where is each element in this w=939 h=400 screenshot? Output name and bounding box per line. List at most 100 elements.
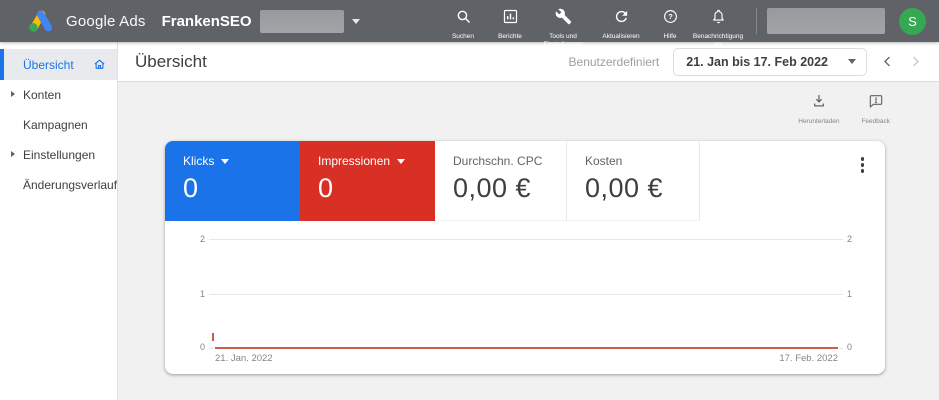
overview-card: Klicks 0 Impressionen 0 Durchschn. CPC 0… bbox=[165, 141, 885, 374]
scorecard-klicks[interactable]: Klicks 0 bbox=[165, 141, 300, 221]
y-axis-tick-label: 1 bbox=[199, 289, 205, 299]
avatar[interactable]: S bbox=[899, 7, 926, 35]
sidebar-item-aenderungsverlauf[interactable]: Änderungsverlauf bbox=[0, 170, 117, 200]
notifications-icon bbox=[710, 8, 727, 30]
account-name: FrankenSEO bbox=[161, 12, 252, 30]
scorecard-label: Impressionen bbox=[318, 154, 391, 168]
google-ads-logo[interactable] bbox=[28, 10, 54, 32]
scorecard-label: Kosten bbox=[585, 154, 623, 168]
sidebar-item-uebersicht[interactable]: Übersicht bbox=[0, 49, 117, 80]
topbar-divider bbox=[756, 8, 757, 34]
scorecard-label: Klicks bbox=[183, 154, 215, 168]
chevron-down-icon bbox=[351, 18, 360, 24]
nav-label: Hilfe bbox=[663, 33, 677, 40]
topbar-nav: Suchen Berichte Tools und Einstellungen … bbox=[440, 0, 746, 48]
sidebar: Übersicht Konten Kampagnen Einstellungen… bbox=[0, 42, 118, 400]
x-axis-end-label: 17. Feb. 2022 bbox=[779, 353, 838, 364]
reports-button[interactable]: Berichte bbox=[486, 8, 534, 41]
nav-label: Suchen bbox=[451, 33, 475, 40]
svg-text:?: ? bbox=[668, 12, 673, 21]
chevron-left-icon bbox=[884, 56, 890, 67]
y-axis-tick-label: 2 bbox=[199, 234, 205, 244]
scorecard-kosten[interactable]: Kosten 0,00 € bbox=[567, 141, 700, 221]
date-range-value: 21. Jan bis 17. Feb 2022 bbox=[686, 54, 828, 69]
chart-line-start-marker bbox=[212, 333, 214, 341]
feedback-label: Feedback bbox=[861, 118, 890, 125]
tools-settings-button[interactable]: Tools und Einstellungen bbox=[534, 8, 592, 48]
y-axis-tick-label: 0 bbox=[199, 342, 205, 352]
app-body: Übersicht Konten Kampagnen Einstellungen… bbox=[0, 42, 939, 400]
scorecard-label: Durchschn. CPC bbox=[453, 154, 543, 168]
nav-label: Tools und Einstellungen bbox=[543, 33, 583, 48]
home-icon bbox=[93, 58, 106, 71]
help-button[interactable]: ? Hilfe bbox=[650, 8, 690, 41]
feedback-icon bbox=[868, 93, 884, 114]
y-axis-tick-label: 1 bbox=[847, 289, 853, 299]
feedback-button[interactable]: Feedback bbox=[861, 93, 890, 125]
sidebar-item-label: Änderungsverlauf bbox=[23, 178, 118, 192]
date-controls: Benutzerdefiniert 21. Jan bis 17. Feb 20… bbox=[568, 47, 923, 76]
download-label: Herunterladen bbox=[798, 118, 840, 125]
caret-right-icon bbox=[11, 91, 15, 97]
scorecard-durchschn-cpc[interactable]: Durchschn. CPC 0,00 € bbox=[435, 141, 567, 221]
sidebar-item-label: Übersicht bbox=[23, 57, 74, 72]
gridline bbox=[209, 239, 843, 240]
chevron-right-icon bbox=[913, 56, 919, 67]
product-name: Google Ads bbox=[66, 12, 146, 30]
scorecard-row: Klicks 0 Impressionen 0 Durchschn. CPC 0… bbox=[165, 141, 885, 221]
chevron-down-icon bbox=[848, 59, 856, 64]
scorecard-value: 0 bbox=[318, 173, 334, 203]
performance-chart: 2 1 0 2 1 0 21. Jan. 2022 17. Feb. 2022 bbox=[165, 221, 885, 374]
axis-tick bbox=[209, 348, 213, 349]
scorecard-value: 0,00 € bbox=[585, 173, 664, 203]
scorecard-value: 0 bbox=[183, 173, 199, 203]
redacted-account-id bbox=[259, 9, 344, 33]
prev-period-button[interactable] bbox=[880, 54, 895, 69]
quick-actions: Herunterladen Feedback bbox=[798, 93, 890, 125]
date-range-picker[interactable]: 21. Jan bis 17. Feb 2022 bbox=[673, 47, 867, 76]
sidebar-item-konten[interactable]: Konten bbox=[0, 80, 117, 110]
tools-icon bbox=[555, 8, 572, 30]
topbar: Google Ads FrankenSEO Suchen Berichte To… bbox=[0, 0, 939, 48]
refresh-icon bbox=[613, 8, 630, 30]
kebab-icon bbox=[860, 157, 864, 161]
nav-label: Aktualisieren bbox=[602, 33, 640, 40]
search-icon bbox=[455, 8, 472, 30]
sidebar-item-label: Einstellungen bbox=[23, 148, 96, 162]
download-button[interactable]: Herunterladen bbox=[798, 93, 839, 125]
next-period-button[interactable] bbox=[908, 54, 923, 69]
notifications-button[interactable]: Benachrichtigungen bbox=[690, 8, 746, 48]
redacted-user-info bbox=[767, 8, 885, 34]
refresh-button[interactable]: Aktualisieren bbox=[592, 8, 650, 41]
chevron-down-icon bbox=[397, 158, 406, 164]
content: Übersicht Benutzerdefiniert 21. Jan bis … bbox=[118, 42, 939, 400]
reports-icon bbox=[502, 8, 519, 30]
card-options-button[interactable] bbox=[859, 155, 867, 175]
scorecard-value: 0,00 € bbox=[453, 173, 532, 203]
y-axis-tick-label: 0 bbox=[847, 342, 853, 352]
account-switcher[interactable]: FrankenSEO bbox=[146, 9, 360, 33]
sidebar-item-label: Konten bbox=[23, 88, 62, 102]
google-ads-logo-icon bbox=[29, 10, 53, 32]
axis-tick bbox=[839, 348, 843, 349]
x-axis-start-label: 21. Jan. 2022 bbox=[215, 353, 273, 364]
main-area: Herunterladen Feedback Klicks 0 Impressi… bbox=[118, 82, 939, 400]
nav-label: Benachrichtigungen bbox=[692, 33, 744, 48]
caret-right-icon bbox=[11, 151, 15, 157]
date-mode-label: Benutzerdefiniert bbox=[568, 54, 660, 69]
avatar-letter: S bbox=[908, 13, 917, 29]
download-icon bbox=[811, 93, 827, 114]
search-button[interactable]: Suchen bbox=[440, 8, 486, 41]
y-axis-tick-label: 2 bbox=[847, 234, 853, 244]
sidebar-item-einstellungen[interactable]: Einstellungen bbox=[0, 140, 117, 170]
gridline bbox=[209, 294, 843, 295]
subheader: Übersicht Benutzerdefiniert 21. Jan bis … bbox=[118, 42, 939, 82]
page-title: Übersicht bbox=[135, 51, 207, 71]
sidebar-item-label: Kampagnen bbox=[23, 118, 88, 132]
chart-line-zero bbox=[215, 347, 838, 349]
scorecard-impressionen[interactable]: Impressionen 0 bbox=[300, 141, 435, 221]
chevron-down-icon bbox=[221, 158, 230, 164]
nav-label: Berichte bbox=[498, 33, 522, 40]
scorecard-row-spacer bbox=[700, 141, 885, 221]
sidebar-item-kampagnen[interactable]: Kampagnen bbox=[0, 110, 117, 140]
